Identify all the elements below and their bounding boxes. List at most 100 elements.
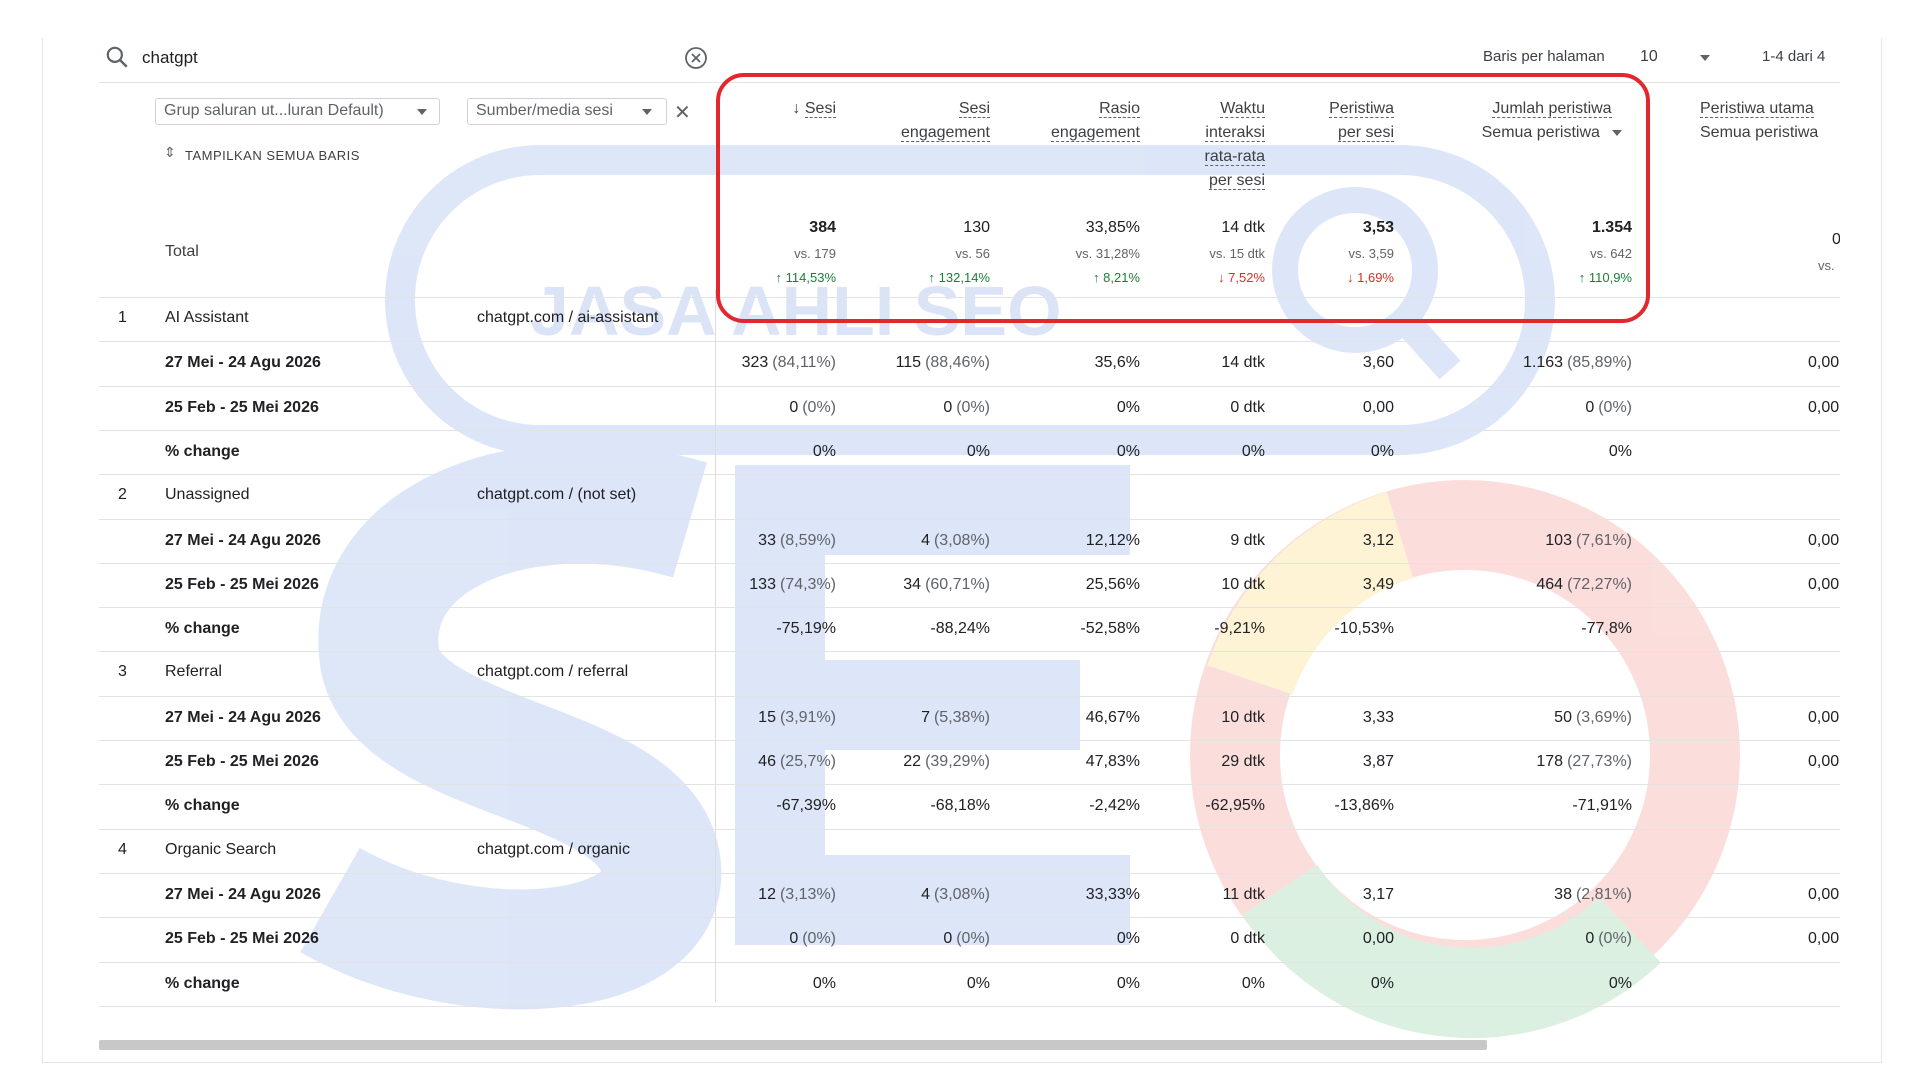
cell-percent: (72,27%): [1567, 575, 1632, 593]
cell-peristiwa-utama: 0,00: [1808, 708, 1840, 726]
total-label: Total: [165, 243, 199, 260]
cell-value: 3,49: [1362, 575, 1394, 593]
cell-peristiwa-per-sesi: 3,60: [1363, 354, 1394, 372]
row-divider: [99, 740, 1840, 741]
cell-waktu-interaksi: -9,21%: [1214, 620, 1265, 638]
row-divider: [99, 695, 1840, 697]
cell-value: 0: [1585, 398, 1595, 416]
cell-percent: (3,08%): [933, 531, 990, 549]
cell-peristiwa-per-sesi: 3,33: [1363, 709, 1394, 727]
cell-value: 4: [921, 531, 930, 549]
cell-value: 0: [789, 398, 799, 416]
cell-peristiwa-per-sesi: 3,17: [1363, 886, 1394, 904]
column-peristiwa-utama[interactable]: Peristiwa utama Semua peristiwa: [1700, 97, 1840, 145]
cell-percent: (0%): [1598, 398, 1632, 416]
cell-value: -77,8%: [1581, 620, 1632, 638]
cell-value: 3,17: [1362, 885, 1394, 903]
cell-peristiwa-per-sesi: 3,12: [1363, 532, 1394, 550]
cell-value: 0 dtk: [1230, 398, 1265, 416]
search-input[interactable]: chatgpt: [142, 48, 198, 68]
date-range-label: 25 Feb - 25 Mei 2026: [165, 753, 319, 770]
cell-value: 12,12%: [1085, 531, 1140, 549]
cell-percent: (0%): [802, 930, 836, 948]
date-range-label: 27 Mei - 24 Agu 2026: [165, 885, 321, 903]
chevron-down-icon: [642, 109, 652, 115]
cell-sesi: 12 (3,13%): [758, 886, 836, 904]
secondary-dimension-dropdown[interactable]: Sumber/media sesi: [467, 98, 667, 125]
cell-jumlah-peristiwa: 50 (3,69%): [1554, 709, 1632, 727]
row-divider: [99, 651, 1840, 653]
cell-percent: (3,08%): [933, 885, 990, 903]
cell-percent: (27,73%): [1567, 753, 1632, 770]
cell-jumlah-peristiwa: 38 (2,81%): [1554, 886, 1632, 904]
cell-peristiwa-per-sesi: 3,87: [1363, 753, 1394, 771]
cell-rasio-engagement: -2,42%: [1089, 797, 1140, 815]
cell-peristiwa-utama: 0,00: [1808, 575, 1840, 593]
cell-percent: (74,3%): [779, 575, 836, 593]
cell-sesi: 0%: [813, 443, 836, 461]
horizontal-scrollbar[interactable]: [99, 1040, 1487, 1050]
event-filter-label[interactable]: Semua peristiwa: [1700, 124, 1818, 141]
cell-percent: (0%): [1598, 930, 1632, 948]
cell-value: 0,00: [1362, 930, 1394, 948]
cell-jumlah-peristiwa: 1.163 (85,89%): [1523, 354, 1632, 372]
cell-value: 15: [758, 708, 776, 726]
channel-group-label[interactable]: Unassigned: [165, 486, 250, 504]
cell-waktu-interaksi: -62,95%: [1205, 797, 1265, 815]
channel-group-label[interactable]: Organic Search: [165, 841, 276, 859]
rows-per-page-label: Baris per halaman: [1483, 48, 1605, 65]
row-divider: [99, 429, 1840, 431]
date-range-label: 25 Feb - 25 Mei 2026: [165, 575, 319, 593]
rows-dropdown-icon[interactable]: [1700, 55, 1710, 61]
cell-value: -67,39%: [776, 797, 836, 815]
cell-rasio-engagement: 12,12%: [1086, 532, 1140, 550]
cell-peristiwa-per-sesi: 0%: [1371, 443, 1394, 461]
search-icon: [106, 46, 128, 68]
cell-rasio-engagement: 46,67%: [1086, 709, 1140, 727]
date-range-label: % change: [165, 797, 240, 815]
channel-group-label[interactable]: AI Assistant: [165, 309, 249, 327]
cell-sesi: 133 (74,3%): [749, 576, 836, 594]
row-index: 2: [118, 486, 127, 504]
show-all-rows-button[interactable]: TAMPILKAN SEMUA BARIS: [185, 148, 360, 163]
cell-value: 14 dtk: [1221, 354, 1265, 372]
date-range-label: 27 Mei - 24 Agu 2026: [165, 354, 321, 372]
total-utama-value: 0: [1832, 231, 1840, 248]
cell-rasio-engagement: 0%: [1117, 975, 1140, 993]
clear-search-icon[interactable]: [684, 46, 708, 70]
cell-value: 0%: [1241, 442, 1265, 460]
source-medium-label[interactable]: chatgpt.com / ai-assistant: [477, 309, 658, 327]
cell-value: 38: [1554, 885, 1572, 903]
cell-value: 3,12: [1362, 531, 1394, 549]
cell-value: 47,83%: [1085, 753, 1140, 770]
cell-peristiwa-per-sesi: -10,53%: [1334, 620, 1394, 638]
unfold-icon[interactable]: ⇕: [164, 144, 176, 161]
cell-peristiwa-utama: 0,00: [1808, 398, 1840, 416]
cell-value: 9 dtk: [1230, 531, 1265, 549]
cell-value: 22: [903, 753, 922, 770]
channel-group-label[interactable]: Referral: [165, 663, 222, 681]
primary-dimension-label: Grup saluran ut...luran Default): [164, 102, 384, 119]
cell-peristiwa-per-sesi: 3,49: [1363, 576, 1394, 594]
rows-per-page-select[interactable]: 10: [1640, 48, 1658, 66]
cell-waktu-interaksi: 10 dtk: [1221, 576, 1265, 594]
cell-peristiwa-utama: 0,00: [1808, 930, 1840, 948]
cell-waktu-interaksi: 11 dtk: [1223, 886, 1265, 904]
source-medium-label[interactable]: chatgpt.com / referral: [477, 663, 628, 681]
source-medium-label[interactable]: chatgpt.com / (not set): [477, 486, 636, 504]
source-medium-label[interactable]: chatgpt.com / organic: [477, 841, 630, 859]
cell-jumlah-peristiwa: 103 (7,61%): [1545, 532, 1632, 550]
column-divider: [715, 290, 716, 1002]
primary-dimension-dropdown[interactable]: Grup saluran ut...luran Default): [155, 98, 440, 125]
cell-sesi: 0%: [813, 975, 836, 993]
cell-peristiwa-utama: 0,00: [1808, 885, 1840, 903]
cell-value: 0%: [812, 974, 836, 992]
cell-rasio-engagement: 0%: [1117, 443, 1140, 461]
cell-waktu-interaksi: 0%: [1242, 443, 1265, 461]
secondary-dimension-label: Sumber/media sesi: [476, 102, 613, 119]
cell-value: -9,21%: [1214, 620, 1265, 638]
cell-percent: (7,61%): [1575, 531, 1632, 549]
remove-dimension-icon[interactable]: ✕: [674, 100, 691, 125]
cell-value: 34: [903, 575, 922, 593]
cell-percent: (5,38%): [933, 708, 990, 726]
